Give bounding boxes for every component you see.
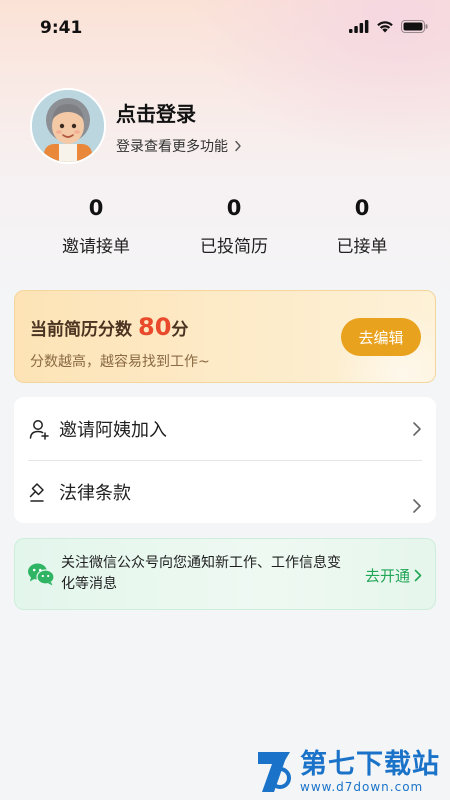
user-avatar-icon <box>32 90 104 162</box>
user-add-icon <box>29 419 49 440</box>
enable-wechat-label: 去开通 <box>365 567 411 585</box>
stat-label: 邀请接单 <box>62 237 130 257</box>
stat-value: 0 <box>354 196 370 220</box>
menu-item-invite-auntie[interactable]: 邀请阿姨加入 <box>14 397 436 460</box>
enable-wechat-link[interactable]: 去开通 <box>365 565 422 586</box>
status-time: 9:41 <box>40 18 83 38</box>
watermark: 第七下载站 www.d7down.com <box>254 748 440 796</box>
login-subtitle: 登录查看更多功能 <box>116 139 228 155</box>
menu-item-label: 邀请阿姨加入 <box>59 419 167 441</box>
status-icons <box>349 20 428 33</box>
watermark-url: www.d7down.com <box>300 780 424 794</box>
stat-accepted-orders[interactable]: 0 已接单 <box>302 196 422 257</box>
signal-icon <box>349 20 369 33</box>
stat-submitted-resumes[interactable]: 0 已投简历 <box>174 196 294 257</box>
resume-score-title: 当前简历分数 <box>30 320 132 340</box>
chevron-right-icon <box>235 140 241 152</box>
resume-score-unit: 分 <box>171 320 189 340</box>
resume-score-row: 当前简历分数 80分 <box>30 313 188 341</box>
wechat-follow-banner[interactable]: 关注微信公众号向您通知新工作、工作信息变化等消息 去开通 <box>14 538 436 610</box>
stat-invite-orders[interactable]: 0 邀请接单 <box>36 196 156 257</box>
login-subtitle-link[interactable]: 登录查看更多功能 <box>116 136 242 156</box>
menu-item-legal-terms[interactable]: 法律条款 <box>14 460 436 523</box>
resume-score-value: 80 <box>138 313 172 341</box>
stat-value: 0 <box>226 196 242 220</box>
gavel-icon <box>29 482 44 502</box>
wechat-banner-text: 关注微信公众号向您通知新工作、工作信息变化等消息 <box>61 555 341 592</box>
resume-score-hint: 分数越高，越容易找到工作~ <box>30 354 210 370</box>
stat-label: 已投简历 <box>200 237 268 257</box>
resume-score-card: 当前简历分数 80分 分数越高，越容易找到工作~ 去编辑 <box>14 290 436 383</box>
chevron-right-icon <box>414 569 422 582</box>
watermark-title: 第七下载站 <box>300 749 440 780</box>
chevron-right-icon <box>413 421 421 436</box>
edit-resume-button[interactable]: 去编辑 <box>341 318 421 356</box>
site-logo-icon <box>258 752 291 792</box>
menu-card: 邀请阿姨加入 法律条款 <box>14 397 436 523</box>
chevron-right-icon <box>413 499 421 513</box>
wifi-icon <box>377 21 393 33</box>
stat-value: 0 <box>88 196 104 220</box>
wechat-icon <box>28 563 55 586</box>
login-title[interactable]: 点击登录 <box>116 98 196 127</box>
stat-label: 已接单 <box>336 237 388 257</box>
avatar[interactable] <box>30 88 106 164</box>
menu-item-label: 法律条款 <box>59 482 131 504</box>
battery-icon <box>401 20 428 33</box>
